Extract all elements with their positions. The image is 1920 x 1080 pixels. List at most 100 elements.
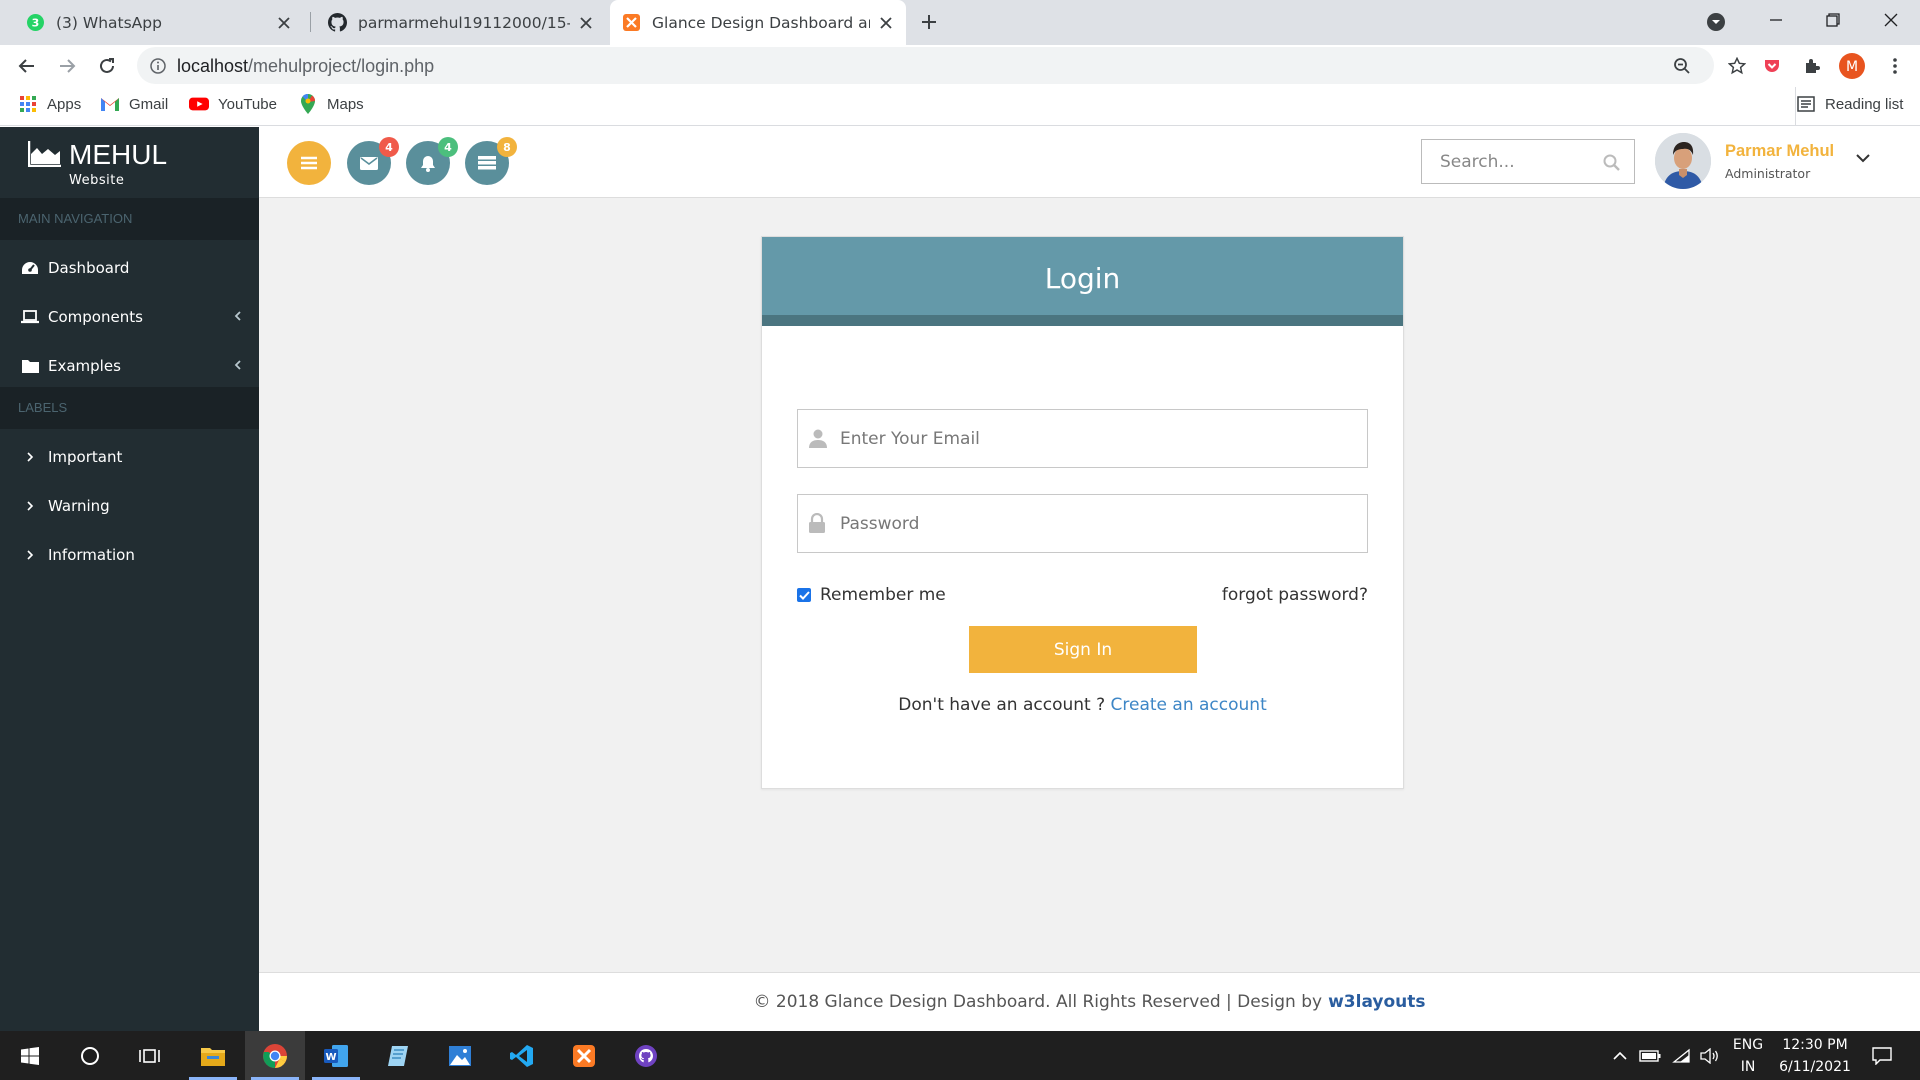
input-language[interactable]: ENG IN	[1726, 1031, 1770, 1080]
close-tab-icon[interactable]	[878, 15, 894, 31]
user-profile-menu[interactable]: Parmar Mehul Administrator	[1655, 133, 1885, 193]
reading-list-label: Reading list	[1825, 95, 1904, 113]
footer-designer-link[interactable]: w3layouts	[1328, 992, 1425, 1012]
chevron-down-icon[interactable]	[1855, 153, 1871, 163]
extensions-icon[interactable]	[1797, 51, 1827, 81]
zoom-icon[interactable]	[1671, 55, 1693, 77]
address-bar[interactable]: localhost/mehulproject/login.php	[137, 47, 1714, 84]
battery-icon[interactable]	[1636, 1031, 1664, 1080]
file-explorer-icon[interactable]	[183, 1031, 243, 1080]
sidebar-item-warning[interactable]: Warning	[0, 482, 259, 530]
sidebar: MEHUL Website MAIN NAVIGATION Dashboard …	[0, 127, 259, 1031]
forward-button[interactable]	[52, 51, 82, 81]
brand-title: MEHUL	[69, 139, 168, 170]
notifications-button[interactable]: 4	[406, 137, 458, 185]
sign-in-button[interactable]: Sign In	[969, 626, 1197, 673]
footer-copyright: © 2018 Glance Design Dashboard. All Righ…	[753, 992, 1323, 1012]
sidebar-item-label: Information	[48, 546, 135, 564]
tab-github[interactable]: parmarmehul19112000/15-days-	[316, 0, 606, 45]
password-input[interactable]	[798, 495, 1367, 552]
remember-me[interactable]: Remember me	[797, 585, 946, 605]
windows-start-icon[interactable]	[0, 1031, 60, 1080]
search-input[interactable]	[1422, 140, 1597, 183]
email-input[interactable]	[798, 410, 1367, 467]
sidebar-item-information[interactable]: Information	[0, 531, 259, 579]
back-button[interactable]	[12, 51, 42, 81]
sidebar-item-examples[interactable]: Examples	[0, 342, 259, 390]
reload-button[interactable]	[92, 51, 122, 81]
region-code: IN	[1740, 1058, 1756, 1075]
tasks-icon	[478, 156, 496, 170]
remember-checkbox[interactable]	[797, 588, 811, 602]
wifi-icon[interactable]	[1668, 1031, 1694, 1080]
remember-label: Remember me	[820, 585, 946, 605]
notification-center-icon[interactable]	[1862, 1031, 1902, 1080]
bookmark-label: YouTube	[218, 95, 277, 113]
photos-icon[interactable]	[430, 1031, 490, 1080]
bookmark-star-icon[interactable]	[1722, 51, 1752, 81]
tab-title: Glance Design Dashboard an Adi	[652, 13, 870, 32]
site-info-icon[interactable]	[147, 55, 169, 77]
close-tab-icon[interactable]	[578, 15, 594, 31]
labels-header: LABELS	[0, 387, 259, 429]
volume-icon[interactable]	[1697, 1031, 1723, 1080]
menu-kebab-icon[interactable]	[1880, 51, 1910, 81]
avatar	[1655, 133, 1711, 189]
no-account-text: Don't have an account ?	[898, 695, 1106, 715]
user-role: Administrator	[1725, 166, 1811, 181]
bookmark-gmail[interactable]: Gmail	[100, 94, 168, 114]
cortana-icon[interactable]	[60, 1031, 120, 1080]
close-tab-icon[interactable]	[276, 15, 292, 31]
brand-logo[interactable]: MEHUL Website	[0, 127, 259, 198]
page-footer: © 2018 Glance Design Dashboard. All Righ…	[259, 972, 1920, 1031]
bookmark-maps[interactable]: Maps	[298, 94, 364, 114]
task-view-icon[interactable]	[120, 1031, 180, 1080]
bookmark-apps[interactable]: Apps	[18, 94, 81, 114]
chevron-left-icon	[234, 310, 242, 322]
pocket-icon[interactable]	[1757, 51, 1787, 81]
github-icon	[328, 13, 347, 32]
profile-avatar-button[interactable]: M	[1837, 51, 1867, 81]
tasks-button[interactable]: 8	[465, 137, 517, 185]
minimize-button[interactable]	[1750, 0, 1802, 40]
github-desktop-icon[interactable]	[616, 1031, 676, 1080]
svg-text:M: M	[1846, 59, 1858, 75]
chevron-right-icon	[20, 545, 40, 565]
sidebar-item-important[interactable]: Important	[0, 433, 259, 481]
search-icon[interactable]	[1603, 154, 1620, 171]
xampp-icon[interactable]	[554, 1031, 614, 1080]
tab-glance-dashboard[interactable]: Glance Design Dashboard an Adi	[610, 0, 906, 45]
messages-button[interactable]: 4	[347, 137, 399, 185]
bookmark-youtube[interactable]: YouTube	[189, 94, 277, 114]
clock[interactable]: 12:30 PM 6/11/2021	[1772, 1031, 1858, 1080]
chevron-right-icon	[20, 447, 40, 467]
create-account-link[interactable]: Create an account	[1111, 695, 1267, 715]
sidebar-item-components[interactable]: Components	[0, 293, 259, 341]
forgot-password-link[interactable]: forgot password?	[1222, 585, 1368, 605]
svg-text:W: W	[325, 1052, 336, 1063]
area-chart-icon	[28, 141, 61, 167]
messages-count-badge: 4	[379, 137, 399, 157]
new-tab-button[interactable]	[909, 2, 949, 42]
gmail-icon	[100, 94, 120, 114]
tab-whatsapp[interactable]: 3 (3) WhatsApp	[14, 0, 304, 45]
tab-search-icon[interactable]	[1696, 2, 1736, 42]
restore-button[interactable]	[1807, 0, 1859, 40]
close-window-button[interactable]	[1865, 0, 1917, 40]
menu-toggle-button[interactable]	[287, 141, 331, 185]
login-card: Login Remember me forgot password? Sign …	[761, 236, 1404, 789]
vscode-icon[interactable]	[492, 1031, 552, 1080]
show-hidden-icons[interactable]	[1608, 1031, 1632, 1080]
svg-text:3: 3	[32, 17, 40, 30]
search-box	[1421, 139, 1635, 184]
sidebar-item-label: Examples	[48, 357, 121, 375]
bookmark-label: Maps	[327, 95, 364, 113]
notepad-icon[interactable]	[368, 1031, 428, 1080]
word-icon[interactable]: W	[306, 1031, 366, 1080]
folder-icon	[20, 356, 40, 376]
reading-list-button[interactable]: Reading list	[1796, 94, 1903, 114]
url-text[interactable]: localhost/mehulproject/login.php	[177, 56, 434, 77]
chrome-icon[interactable]	[245, 1031, 305, 1080]
maps-icon	[298, 94, 318, 114]
sidebar-item-dashboard[interactable]: Dashboard	[0, 244, 259, 292]
